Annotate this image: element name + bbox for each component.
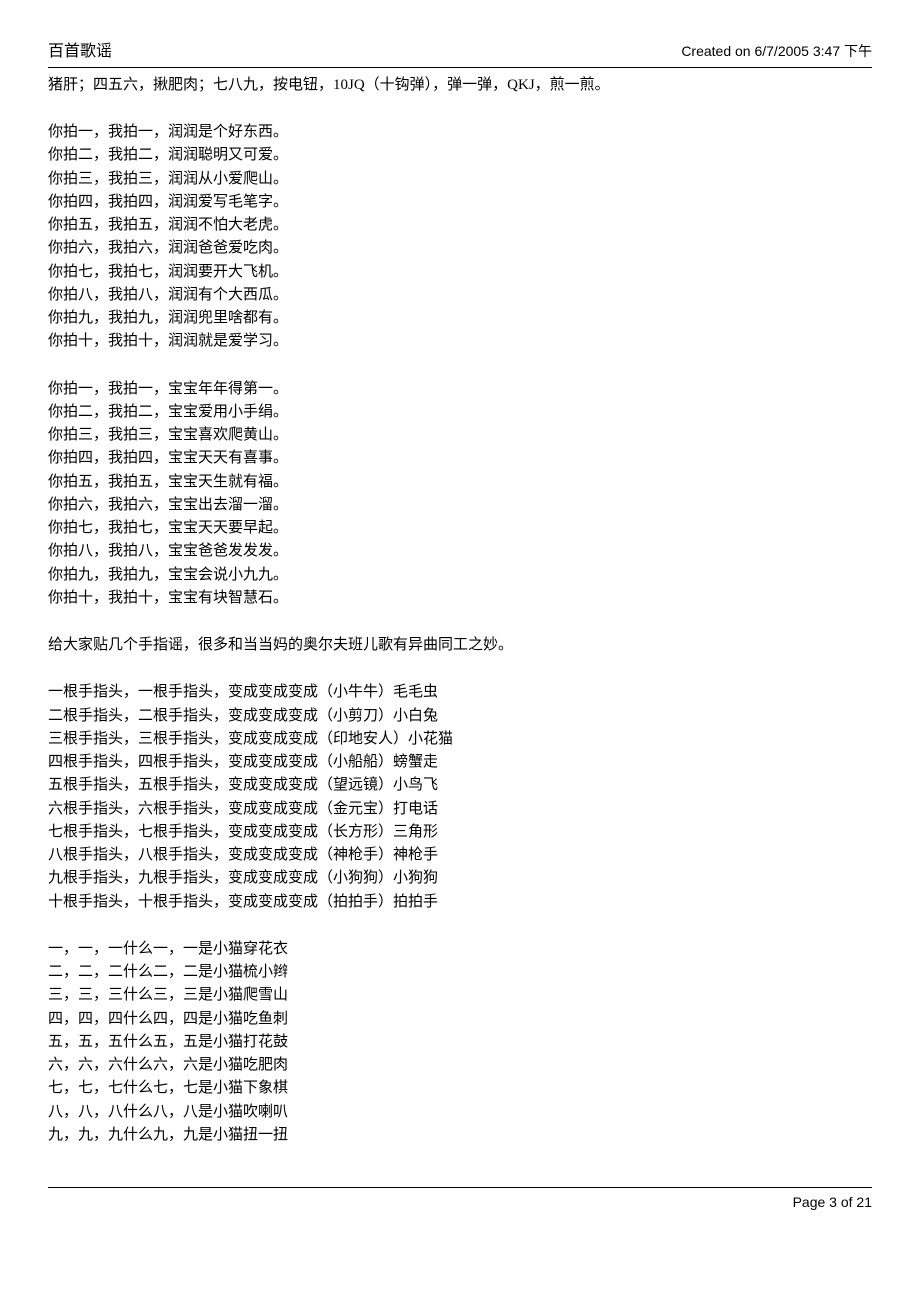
rhyme-block-3: 一根手指头，一根手指头，变成变成变成（小牛牛）毛毛虫二根手指头，二根手指头，变成… — [48, 681, 872, 914]
rhyme-line: 五根手指头，五根手指头，变成变成变成（望远镜）小鸟飞 — [48, 774, 872, 797]
intro-line: 给大家贴几个手指谣，很多和当当妈的奥尔夫班儿歌有异曲同工之妙。 — [48, 634, 872, 657]
rhyme-line: 你拍四，我拍四，润润爱写毛笔字。 — [48, 191, 872, 214]
rhyme-line: 你拍十，我拍十，润润就是爱学习。 — [48, 330, 872, 353]
rhyme-line: 你拍三，我拍三，润润从小爱爬山。 — [48, 168, 872, 191]
rhyme-line: 二根手指头，二根手指头，变成变成变成（小剪刀）小白兔 — [48, 705, 872, 728]
rhyme-line: 你拍三，我拍三，宝宝喜欢爬黄山。 — [48, 424, 872, 447]
rhyme-line: 你拍十，我拍十，宝宝有块智慧石。 — [48, 587, 872, 610]
rhyme-block-4: 一，一，一什么一，一是小猫穿花衣二，二，二什么二，二是小猫梳小辫三，三，三什么三… — [48, 938, 872, 1147]
rhyme-line: 四，四，四什么四，四是小猫吃鱼刺 — [48, 1008, 872, 1031]
rhyme-line: 你拍四，我拍四，宝宝天天有喜事。 — [48, 447, 872, 470]
rhyme-line: 九，九，九什么九，九是小猫扭一扭 — [48, 1124, 872, 1147]
rhyme-line: 一根手指头，一根手指头，变成变成变成（小牛牛）毛毛虫 — [48, 681, 872, 704]
rhyme-line: 你拍五，我拍五，宝宝天生就有福。 — [48, 471, 872, 494]
rhyme-line: 你拍一，我拍一，润润是个好东西。 — [48, 121, 872, 144]
doc-title: 百首歌谣 — [48, 40, 112, 65]
rhyme-line: 八根手指头，八根手指头，变成变成变成（神枪手）神枪手 — [48, 844, 872, 867]
rhyme-line: 你拍二，我拍二，宝宝爱用小手绢。 — [48, 401, 872, 424]
rhyme-line: 二，二，二什么二，二是小猫梳小辫 — [48, 961, 872, 984]
rhyme-line: 你拍一，我拍一，宝宝年年得第一。 — [48, 378, 872, 401]
rhyme-line: 你拍二，我拍二，润润聪明又可爱。 — [48, 144, 872, 167]
rhyme-line: 五，五，五什么五，五是小猫打花鼓 — [48, 1031, 872, 1054]
rhyme-line: 三根手指头，三根手指头，变成变成变成（印地安人）小花猫 — [48, 728, 872, 751]
rhyme-line: 你拍七，我拍七，润润要开大飞机。 — [48, 261, 872, 284]
page-number: Page 3 of 21 — [793, 1194, 872, 1210]
intro-text: 给大家贴几个手指谣，很多和当当妈的奥尔夫班儿歌有异曲同工之妙。 — [48, 634, 872, 657]
rhyme-line: 七根手指头，七根手指头，变成变成变成（长方形）三角形 — [48, 821, 872, 844]
rhyme-line: 你拍八，我拍八，润润有个大西瓜。 — [48, 284, 872, 307]
document-body: 猪肝；四五六，揪肥肉；七八九，按电钮，10JQ（十钩弹），弹一弹，QKJ，煎一煎… — [48, 74, 872, 1147]
rhyme-line: 你拍八，我拍八，宝宝爸爸发发发。 — [48, 540, 872, 563]
rhyme-line: 你拍七，我拍七，宝宝天天要早起。 — [48, 517, 872, 540]
rhyme-line: 六，六，六什么六，六是小猫吃肥肉 — [48, 1054, 872, 1077]
rhyme-line: 你拍九，我拍九，润润兜里啥都有。 — [48, 307, 872, 330]
rhyme-block-1: 你拍一，我拍一，润润是个好东西。你拍二，我拍二，润润聪明又可爱。你拍三，我拍三，… — [48, 121, 872, 354]
rhyme-line: 四根手指头，四根手指头，变成变成变成（小船船）螃蟹走 — [48, 751, 872, 774]
rhyme-line: 六根手指头，六根手指头，变成变成变成（金元宝）打电话 — [48, 798, 872, 821]
rhyme-line: 你拍五，我拍五，润润不怕大老虎。 — [48, 214, 872, 237]
rhyme-line: 七，七，七什么七，七是小猫下象棋 — [48, 1077, 872, 1100]
top-line: 猪肝；四五六，揪肥肉；七八九，按电钮，10JQ（十钩弹），弹一弹，QKJ，煎一煎… — [48, 74, 872, 97]
rhyme-block-2: 你拍一，我拍一，宝宝年年得第一。你拍二，我拍二，宝宝爱用小手绢。你拍三，我拍三，… — [48, 378, 872, 611]
rhyme-line: 你拍六，我拍六，宝宝出去溜一溜。 — [48, 494, 872, 517]
page-footer: Page 3 of 21 — [48, 1187, 872, 1214]
rhyme-line: 八，八，八什么八，八是小猫吹喇叭 — [48, 1101, 872, 1124]
created-timestamp: Created on 6/7/2005 3:47 下午 — [681, 41, 872, 63]
rhyme-line: 三，三，三什么三，三是小猫爬雪山 — [48, 984, 872, 1007]
rhyme-line: 你拍六，我拍六，润润爸爸爱吃肉。 — [48, 237, 872, 260]
rhyme-line: 九根手指头，九根手指头，变成变成变成（小狗狗）小狗狗 — [48, 867, 872, 890]
rhyme-line: 一，一，一什么一，一是小猫穿花衣 — [48, 938, 872, 961]
page-header: 百首歌谣 Created on 6/7/2005 3:47 下午 — [48, 40, 872, 68]
rhyme-line: 十根手指头，十根手指头，变成变成变成（拍拍手）拍拍手 — [48, 891, 872, 914]
rhyme-line: 你拍九，我拍九，宝宝会说小九九。 — [48, 564, 872, 587]
